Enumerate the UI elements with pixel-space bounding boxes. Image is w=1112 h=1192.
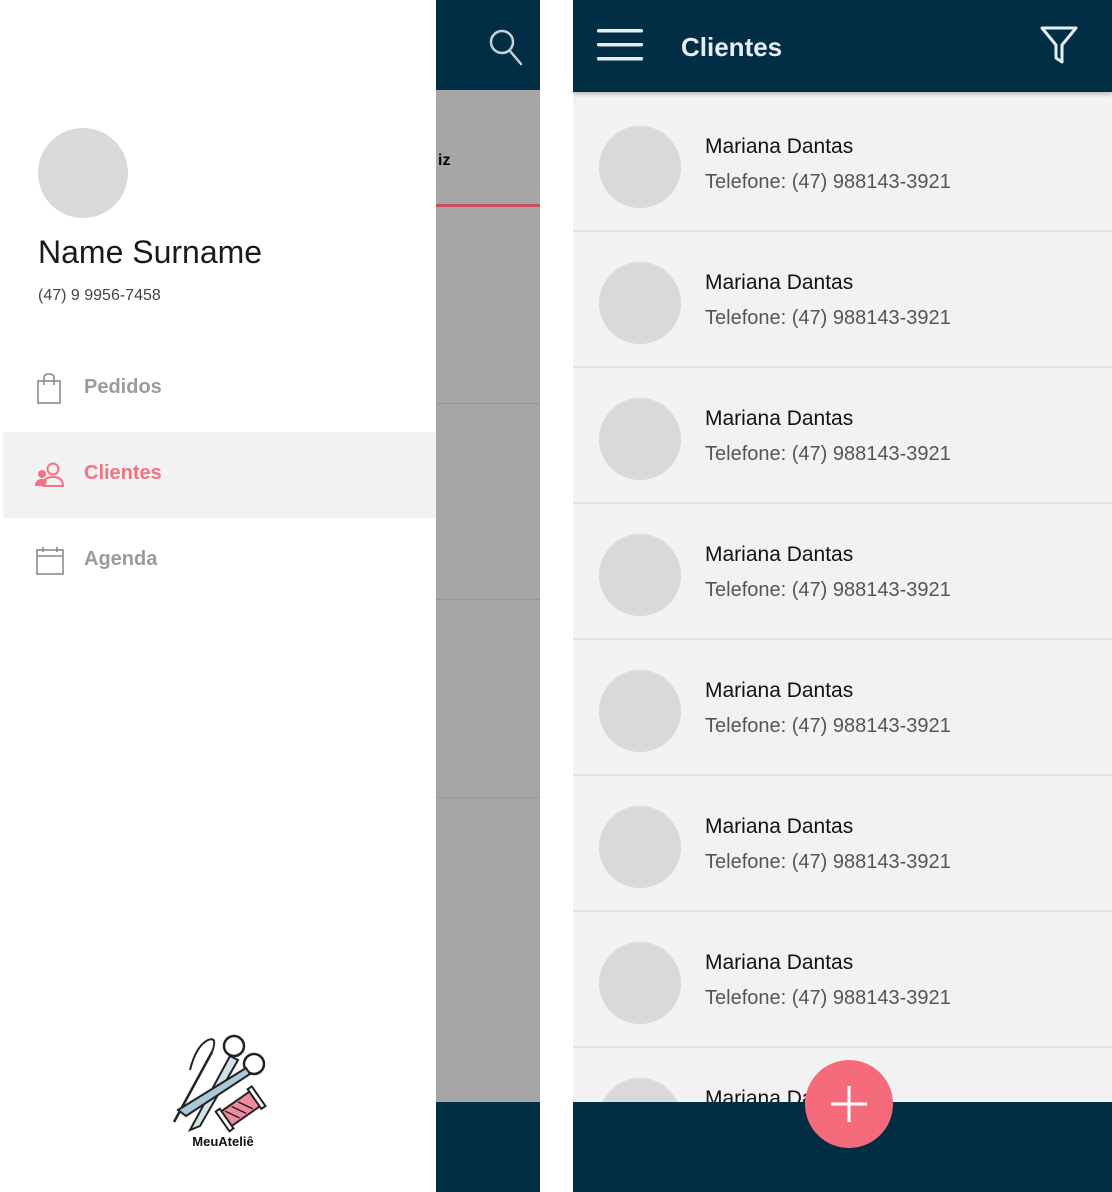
shopping-bag-icon bbox=[37, 373, 61, 404]
client-list-item[interactable]: Mariana Dantas Telefone: (47) 988143-3921 bbox=[573, 232, 1112, 368]
background-tab-label: iz bbox=[438, 152, 451, 169]
client-list-item[interactable]: Mariana Dantas Telefone: (47) 988143-3921 bbox=[573, 776, 1112, 912]
add-client-button[interactable] bbox=[805, 1060, 893, 1148]
user-avatar bbox=[38, 128, 128, 218]
client-list-item[interactable]: Mariana Dantas Telefone: (47) 988143-3921 bbox=[573, 504, 1112, 640]
client-list-item[interactable]: Mariana Dantas Telefone: (47) 988143-3921 bbox=[573, 96, 1112, 232]
logo-wordmark: MeuAteliê bbox=[0, 1133, 436, 1151]
user-phone: (47) 9 9956-7458 bbox=[38, 287, 161, 304]
plus-icon bbox=[831, 1086, 867, 1122]
client-name: Mariana Dantas bbox=[705, 271, 854, 294]
client-phone: Telefone: (47) 988143-3921 bbox=[705, 443, 951, 465]
client-avatar bbox=[599, 262, 681, 344]
client-name: Mariana Dantas bbox=[705, 679, 854, 702]
background-divider bbox=[436, 797, 540, 798]
client-avatar bbox=[599, 670, 681, 752]
filter-icon[interactable] bbox=[1039, 24, 1079, 66]
menu-item-clientes[interactable]: Clientes bbox=[3, 432, 436, 518]
client-phone: Telefone: (47) 988143-3921 bbox=[705, 715, 951, 737]
background-divider bbox=[436, 599, 540, 600]
client-phone: Telefone: (47) 988143-3921 bbox=[705, 307, 951, 329]
users-icon bbox=[35, 462, 65, 487]
drawer-screen: iz Name Surname (47) 9 9956-7458 Pedidos… bbox=[0, 0, 540, 1192]
calendar-icon bbox=[36, 547, 64, 575]
client-avatar bbox=[599, 398, 681, 480]
background-tab-indicator bbox=[436, 204, 540, 207]
client-name: Mariana Dantas bbox=[705, 815, 854, 838]
client-list-item[interactable]: Mariana Dantas Telefone: (47) 988143-3921 bbox=[573, 912, 1112, 1048]
search-icon bbox=[489, 29, 523, 66]
menu-item-agenda[interactable]: Agenda bbox=[3, 518, 436, 604]
client-name: Mariana Dantas bbox=[705, 407, 854, 430]
client-name: Mariana Dantas bbox=[705, 543, 854, 566]
app-bar: Clientes bbox=[573, 0, 1112, 92]
menu-item-pedidos[interactable]: Pedidos bbox=[3, 346, 436, 432]
client-phone: Telefone: (47) 988143-3921 bbox=[705, 579, 951, 601]
client-phone: Telefone: (47) 988143-3921 bbox=[705, 171, 951, 193]
clients-screen: Clientes Mariana Dantas Telefone: (47) 98… bbox=[573, 0, 1112, 1192]
hamburger-menu-icon[interactable] bbox=[597, 26, 643, 64]
client-list-item[interactable]: Mariana Dantas Telefone: (47) 988143-3921 bbox=[573, 368, 1112, 504]
client-name: Mariana Dantas bbox=[705, 951, 854, 974]
client-avatar bbox=[599, 126, 681, 208]
navigation-drawer: Name Surname (47) 9 9956-7458 Pedidos Cl… bbox=[0, 0, 436, 1192]
background-divider bbox=[436, 403, 540, 404]
client-avatar bbox=[599, 534, 681, 616]
client-phone: Telefone: (47) 988143-3921 bbox=[705, 851, 951, 873]
logo-text: MeuAteliê bbox=[192, 1134, 254, 1149]
client-list-item[interactable]: Mariana Dantas Telefone: (47) 988143-3921 bbox=[573, 640, 1112, 776]
client-list: Mariana Dantas Telefone: (47) 988143-3921… bbox=[573, 96, 1112, 1184]
client-phone: Telefone: (47) 988143-3921 bbox=[705, 987, 951, 1009]
client-avatar bbox=[599, 942, 681, 1024]
page-title: Clientes bbox=[681, 32, 783, 62]
menu-item-label: Pedidos bbox=[84, 376, 162, 398]
user-name: Name Surname bbox=[38, 234, 263, 270]
client-name: Mariana Dantas bbox=[705, 135, 854, 158]
client-avatar bbox=[599, 806, 681, 888]
menu-item-label: Clientes bbox=[84, 462, 162, 484]
menu-item-label: Agenda bbox=[84, 548, 158, 570]
